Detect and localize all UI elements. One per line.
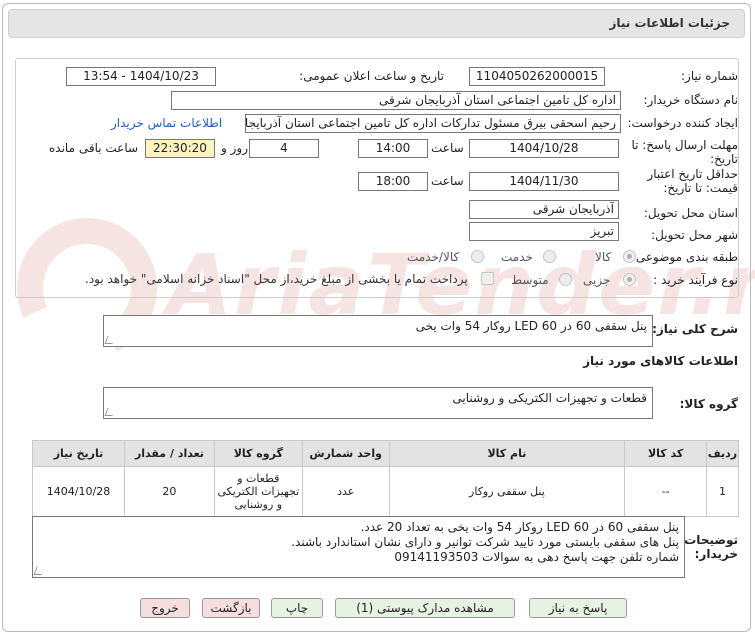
view-attachments-button[interactable]: مشاهده مدارک پیوستی (1) <box>336 598 516 618</box>
goods-group-label: گروه کالا: <box>680 397 739 411</box>
deadline-time-label: ساعت <box>432 141 465 155</box>
days-label: روز و <box>222 141 249 155</box>
goods-group-text: قطعات و تجهیزات الکتریکی و روشنایی <box>453 391 648 405</box>
category-option-goods: کالا <box>596 250 613 264</box>
announce-date-field: 1404/10/23 - 13:54 <box>67 67 217 86</box>
col-item-code: کد کالا <box>625 440 709 467</box>
cell-unit: عدد <box>302 466 391 517</box>
validity-label: حداقل تاریخ اعتبار <box>648 167 739 181</box>
buyer-notes-label-2: خریدار: <box>695 547 739 561</box>
cell-item-code: -- <box>625 466 709 517</box>
validity-date-field: 1404/11/30 <box>470 172 620 191</box>
goods-table: ردیف کد کالا نام کالا واحد شمارش گروه کا… <box>33 440 740 517</box>
validity-time-label: ساعت <box>432 174 465 188</box>
city-field: تبریز <box>470 222 620 241</box>
col-need-date: تاریخ نیاز <box>33 440 126 467</box>
city-label: شهر محل تحویل: <box>652 228 739 242</box>
buyer-note-line: پنل های سقفی بایستی مورد تایید شرکت توان… <box>292 535 680 549</box>
table-header-row: ردیف کد کالا نام کالا واحد شمارش گروه کا… <box>33 440 740 467</box>
buyer-notes-label: توضیحات <box>685 533 739 547</box>
need-description-text: پنل سقفی 60 در 60 LED روکار 54 وات یخی <box>416 319 648 333</box>
category-option-service: خدمت <box>502 250 534 264</box>
deadline-label-2: تاریخ: <box>711 152 739 166</box>
buyer-contact-link[interactable]: اطلاعات تماس خریدار <box>112 116 223 130</box>
province-label: استان محل تحویل: <box>644 206 739 220</box>
purchase-option-minor: جزیی <box>584 273 612 287</box>
purchase-radio-minor[interactable] <box>624 273 637 286</box>
deadline-date-field: 1404/10/28 <box>470 139 620 158</box>
title-bar: جزئیات اطلاعات نیاز <box>9 9 746 38</box>
exit-button[interactable]: خروج <box>141 598 191 618</box>
need-number-label: شماره نیاز: <box>682 69 739 83</box>
buyer-note-line: پنل سقفی 60 در 60 LED روکار 54 وات یخی ب… <box>361 520 680 534</box>
col-item-name: نام کالا <box>389 440 627 467</box>
page-title: جزئیات اطلاعات نیاز <box>610 16 731 30</box>
deadline-time-field: 14:00 <box>359 139 429 158</box>
cell-quantity: 20 <box>125 466 216 517</box>
buyer-note-line: شماره تلفن جهت پاسخ دهی به سوالات 091411… <box>395 550 680 564</box>
buyer-org-field: اداره کل تامین اجتماعی استان آذربایجان ش… <box>172 91 622 110</box>
cell-goods-group: قطعات و تجهیزات الکتریکی و روشنایی <box>214 466 304 517</box>
validity-time-field: 18:00 <box>359 172 429 191</box>
buyer-org-label: نام دستگاه خریدار: <box>644 93 740 107</box>
goods-group-box: قطعات و تجهیزات الکتریکی و روشنایی <box>104 387 654 419</box>
goods-info-title: اطلاعات کالاهای مورد نیاز <box>584 354 739 368</box>
resize-grip-icon[interactable] <box>105 408 117 416</box>
purchase-radio-medium[interactable] <box>560 273 573 286</box>
treasury-note: پرداخت تمام یا بخشی از مبلغ خرید،از محل … <box>86 272 469 286</box>
col-goods-group: گروه کالا <box>214 440 304 467</box>
remaining-time-label: ساعت باقی مانده <box>50 141 140 155</box>
category-radio-both[interactable] <box>472 250 485 263</box>
col-row-number: ردیف <box>707 440 740 467</box>
creator-field: رحیم اسحقی بیرق مسئول تدارکات اداره کل ت… <box>246 114 622 133</box>
col-unit: واحد شمارش <box>302 440 391 467</box>
need-number-field: 1104050262000015 <box>470 67 606 86</box>
cell-need-date: 1404/10/28 <box>33 466 126 517</box>
deadline-label: مهلت ارسال پاسخ: تا <box>632 138 739 152</box>
reply-button[interactable]: پاسخ به نیاز <box>530 598 628 618</box>
resize-grip-icon[interactable] <box>34 567 46 575</box>
treasury-checkbox[interactable] <box>482 272 495 285</box>
validity-label-2: قیمت: تا تاریخ: <box>664 181 739 195</box>
creator-label: ایجاد کننده درخواست: <box>628 116 739 130</box>
purchase-option-medium: متوسط <box>512 273 550 287</box>
print-button[interactable]: چاپ <box>272 598 324 618</box>
need-description-box: پنل سقفی 60 در 60 LED روکار 54 وات یخی <box>104 315 654 347</box>
buyer-notes-box: پنل سقفی 60 در 60 LED روکار 54 وات یخی ب… <box>33 516 686 578</box>
col-quantity: تعداد / مقدار <box>125 440 216 467</box>
cell-item-name: پنل سقفی روکار <box>389 466 627 517</box>
days-remaining-field: 4 <box>250 139 320 158</box>
table-row[interactable]: 1 -- پنل سقفی روکار عدد قطعات و تجهیزات … <box>33 466 740 517</box>
announce-date-label: تاریخ و ساعت اعلان عمومی: <box>300 69 445 83</box>
resize-grip-icon[interactable] <box>105 336 117 344</box>
category-radio-goods[interactable] <box>624 250 637 263</box>
category-label: طبقه بندی موضوعی: <box>632 250 739 264</box>
purchase-type-label: نوع فرآیند خرید : <box>654 273 739 287</box>
category-radio-service[interactable] <box>544 250 557 263</box>
remaining-time-field: 22:30:20 <box>146 139 216 158</box>
need-description-label: شرح کلی نیاز: <box>653 322 739 336</box>
category-option-both: کالا/خدمت <box>408 250 461 264</box>
back-button[interactable]: بازگشت <box>203 598 261 618</box>
cell-row-number: 1 <box>707 466 740 517</box>
province-field: آذربایجان شرقی <box>470 200 620 219</box>
